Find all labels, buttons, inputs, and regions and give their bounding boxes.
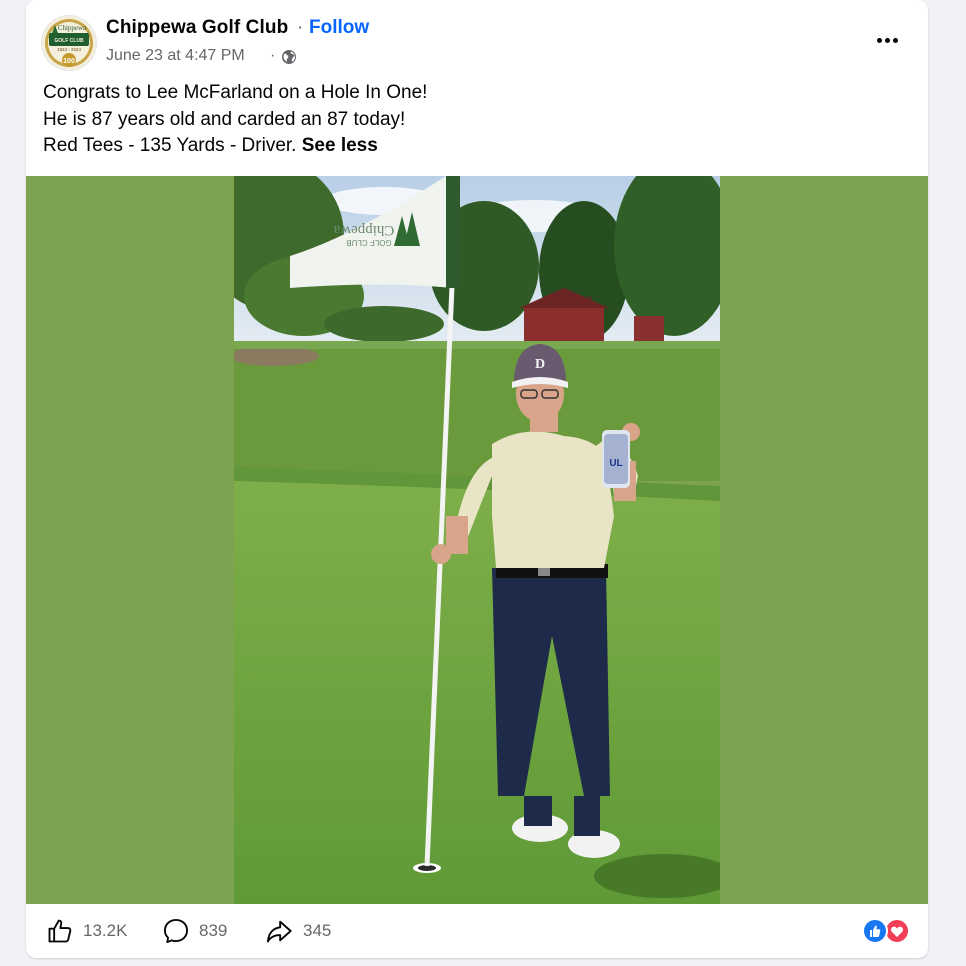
post-media[interactable]: Chippewa GOLF CLUB UL D xyxy=(26,176,928,904)
caption-line: Congrats to Lee McFarland on a Hole In O… xyxy=(43,82,428,103)
timestamp-separator: · xyxy=(270,47,276,64)
caption-line: Red Tees - 135 Yards - Driver. See less xyxy=(43,133,903,160)
logo-title: Chippewa xyxy=(58,24,87,32)
cap-logo: D xyxy=(535,357,545,372)
post-card: Chippewa GOLF CLUB 1924 - 2024 100 Chipp… xyxy=(26,0,928,958)
see-less-link[interactable]: See less xyxy=(302,135,378,156)
more-options-button[interactable] xyxy=(871,25,903,53)
logo-badge: 100 xyxy=(63,58,75,65)
like-count: 13.2K xyxy=(83,921,128,940)
reaction-summary[interactable] xyxy=(861,918,913,944)
name-separator: · xyxy=(297,17,304,38)
thumbs-up-icon xyxy=(48,919,72,943)
post-photo[interactable]: Chippewa GOLF CLUB UL D xyxy=(234,176,720,904)
page-avatar[interactable]: Chippewa GOLF CLUB 1924 - 2024 100 xyxy=(42,16,96,70)
flag-subtext: GOLF CLUB xyxy=(346,238,391,247)
share-button[interactable]: 345 xyxy=(264,904,331,958)
flag-text: Chippewa xyxy=(333,222,394,238)
share-arrow-icon xyxy=(266,920,292,943)
love-reaction-icon xyxy=(884,918,910,944)
like-button[interactable]: 13.2K xyxy=(46,904,127,958)
follow-button[interactable]: Follow xyxy=(309,17,369,39)
globe-icon[interactable] xyxy=(281,49,297,65)
comment-bubble-icon xyxy=(163,918,189,944)
caption-line: He is 87 years old and carded an 87 toda… xyxy=(43,108,406,130)
comment-count: 839 xyxy=(199,921,228,940)
post-caption: Congrats to Lee McFarland on a Hole In O… xyxy=(43,80,903,160)
post-footer: 13.2K 839 345 xyxy=(26,904,928,958)
post-header: Chippewa GOLF CLUB 1924 - 2024 100 Chipp… xyxy=(26,0,928,78)
can-label: UL xyxy=(609,458,622,469)
logo-years: 1924 - 2024 xyxy=(57,47,82,52)
logo-subtitle: GOLF CLUB xyxy=(54,38,84,44)
comment-button[interactable]: 839 xyxy=(162,904,227,958)
share-count: 345 xyxy=(303,921,332,940)
page-name-link[interactable]: Chippewa Golf Club xyxy=(106,17,288,39)
club-logo-icon: Chippewa GOLF CLUB 1924 - 2024 100 xyxy=(42,16,96,70)
caption-line-text: Red Tees - 135 Yards - Driver. xyxy=(43,135,297,156)
more-horizontal-icon xyxy=(875,30,899,48)
like-reaction-icon xyxy=(862,918,888,944)
golfer-photo: Chippewa GOLF CLUB UL D xyxy=(234,176,720,904)
post-timestamp[interactable]: June 23 at 4:47 PM xyxy=(106,47,245,65)
